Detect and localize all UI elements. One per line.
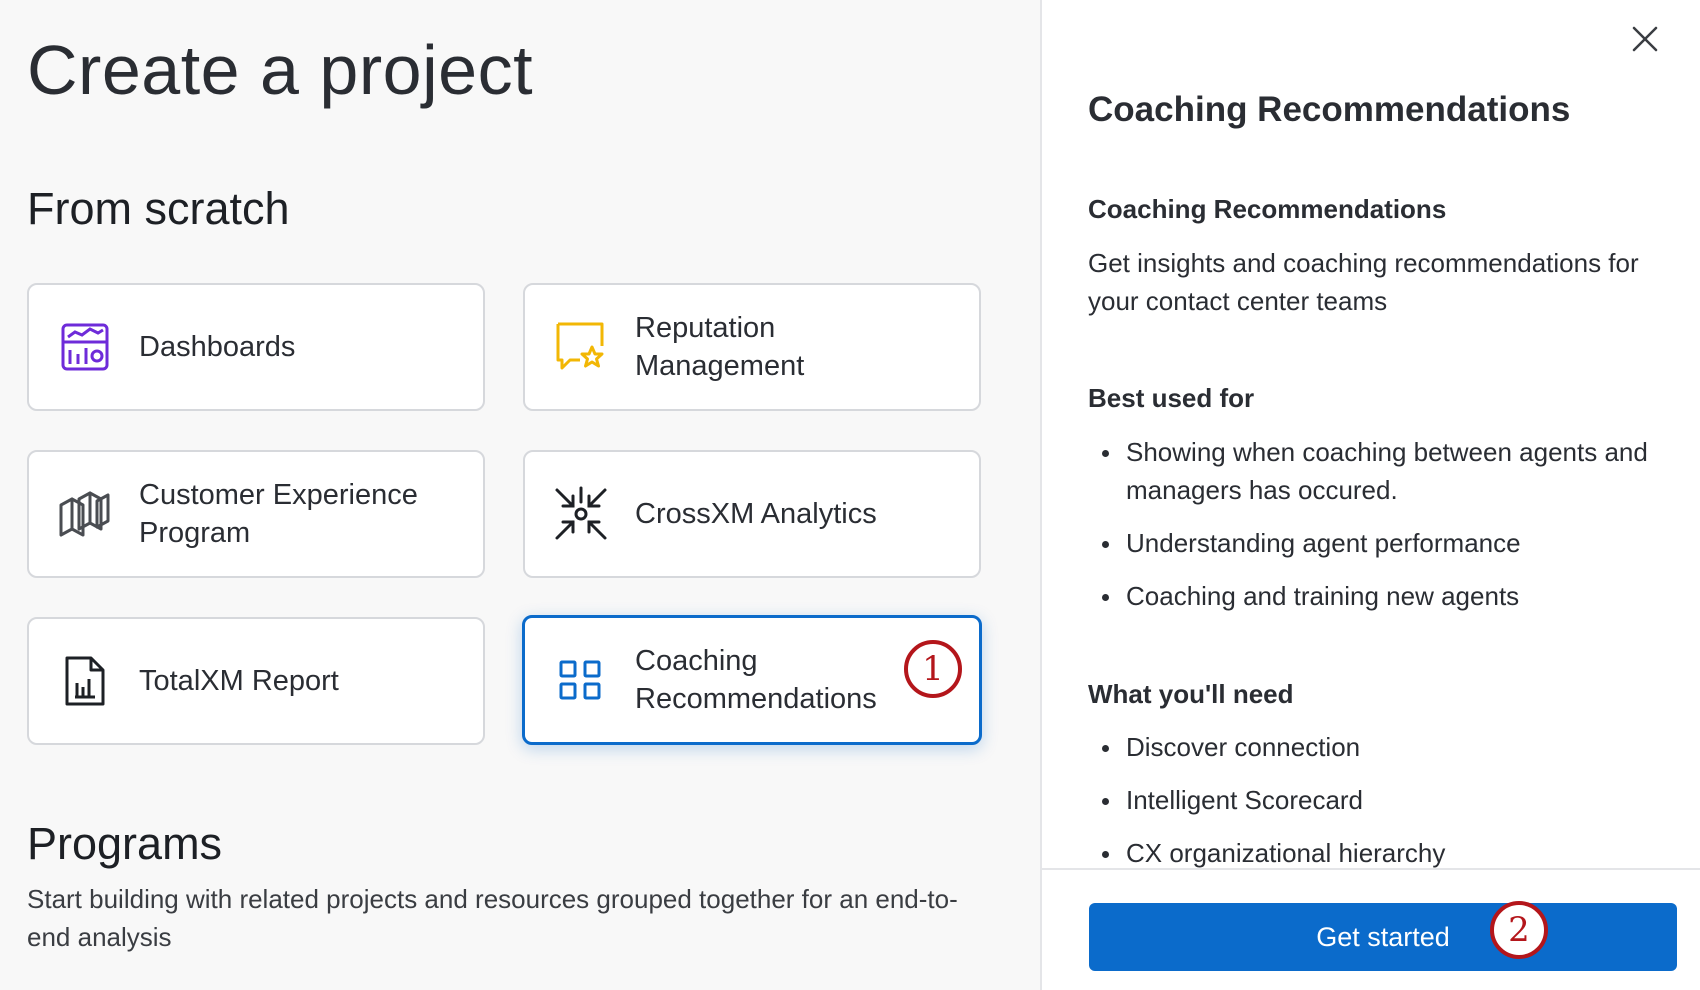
list-item: Showing when coaching between agents and… (1088, 433, 1668, 509)
close-button[interactable] (1622, 18, 1668, 64)
project-card-dashboards[interactable]: Dashboards (27, 283, 485, 411)
card-label: TotalXM Report (139, 665, 339, 697)
grid-squares-icon (553, 652, 609, 708)
best-used-for-list: Showing when coaching between agents and… (1088, 433, 1668, 630)
detail-panel: Coaching Recommendations Coaching Recomm… (1040, 0, 1700, 990)
step-callout-2: 2 (1490, 901, 1548, 959)
project-card-crossxm-analytics[interactable]: CrossXM Analytics (523, 450, 981, 578)
programs-heading: Programs (27, 818, 223, 869)
project-card-totalxm-report[interactable]: TotalXM Report (27, 617, 485, 745)
crossxm-arrows-icon (553, 486, 609, 542)
card-label: CrossXM Analytics (635, 498, 877, 530)
get-started-button[interactable]: Get started (1089, 903, 1677, 971)
project-card-customer-experience-program[interactable]: Customer Experience Program (27, 450, 485, 578)
step-callout-1: 1 (904, 640, 962, 698)
list-item: Discover connection (1088, 728, 1668, 766)
panel-subtitle: Coaching Recommendations (1088, 194, 1447, 224)
card-label: Reputation Management (635, 312, 805, 382)
what-you-need-heading: What you'll need (1088, 679, 1294, 709)
page-title: Create a project (27, 31, 534, 109)
best-used-for-heading: Best used for (1088, 383, 1255, 413)
project-card-reputation-management[interactable]: Reputation Management (523, 283, 981, 411)
what-you-need-list: Discover connection Intelligent Scorecar… (1088, 728, 1668, 887)
programs-description: Start building with related projects and… (27, 884, 958, 952)
panel-title: Coaching Recommendations (1088, 90, 1571, 129)
from-scratch-heading: From scratch (27, 183, 290, 234)
card-label: Customer Experience Program (139, 479, 418, 549)
list-item: Coaching and training new agents (1088, 577, 1668, 615)
panel-footer: Get started (1042, 868, 1700, 990)
create-project-pane: Create a project From scratch Dashboards… (0, 0, 1040, 990)
close-icon (1631, 25, 1659, 58)
review-star-icon (553, 319, 609, 375)
panel-description: Get insights and coaching recommendation… (1088, 248, 1639, 316)
list-item: Understanding agent performance (1088, 524, 1668, 562)
cx-program-icon (57, 486, 113, 542)
list-item: Intelligent Scorecard (1088, 781, 1668, 819)
list-item: CX organizational hierarchy (1088, 834, 1668, 872)
card-label: Coaching Recommendations (635, 645, 877, 715)
card-label: Dashboards (139, 331, 296, 363)
report-chart-icon (57, 653, 113, 709)
dashboard-icon (57, 319, 113, 375)
